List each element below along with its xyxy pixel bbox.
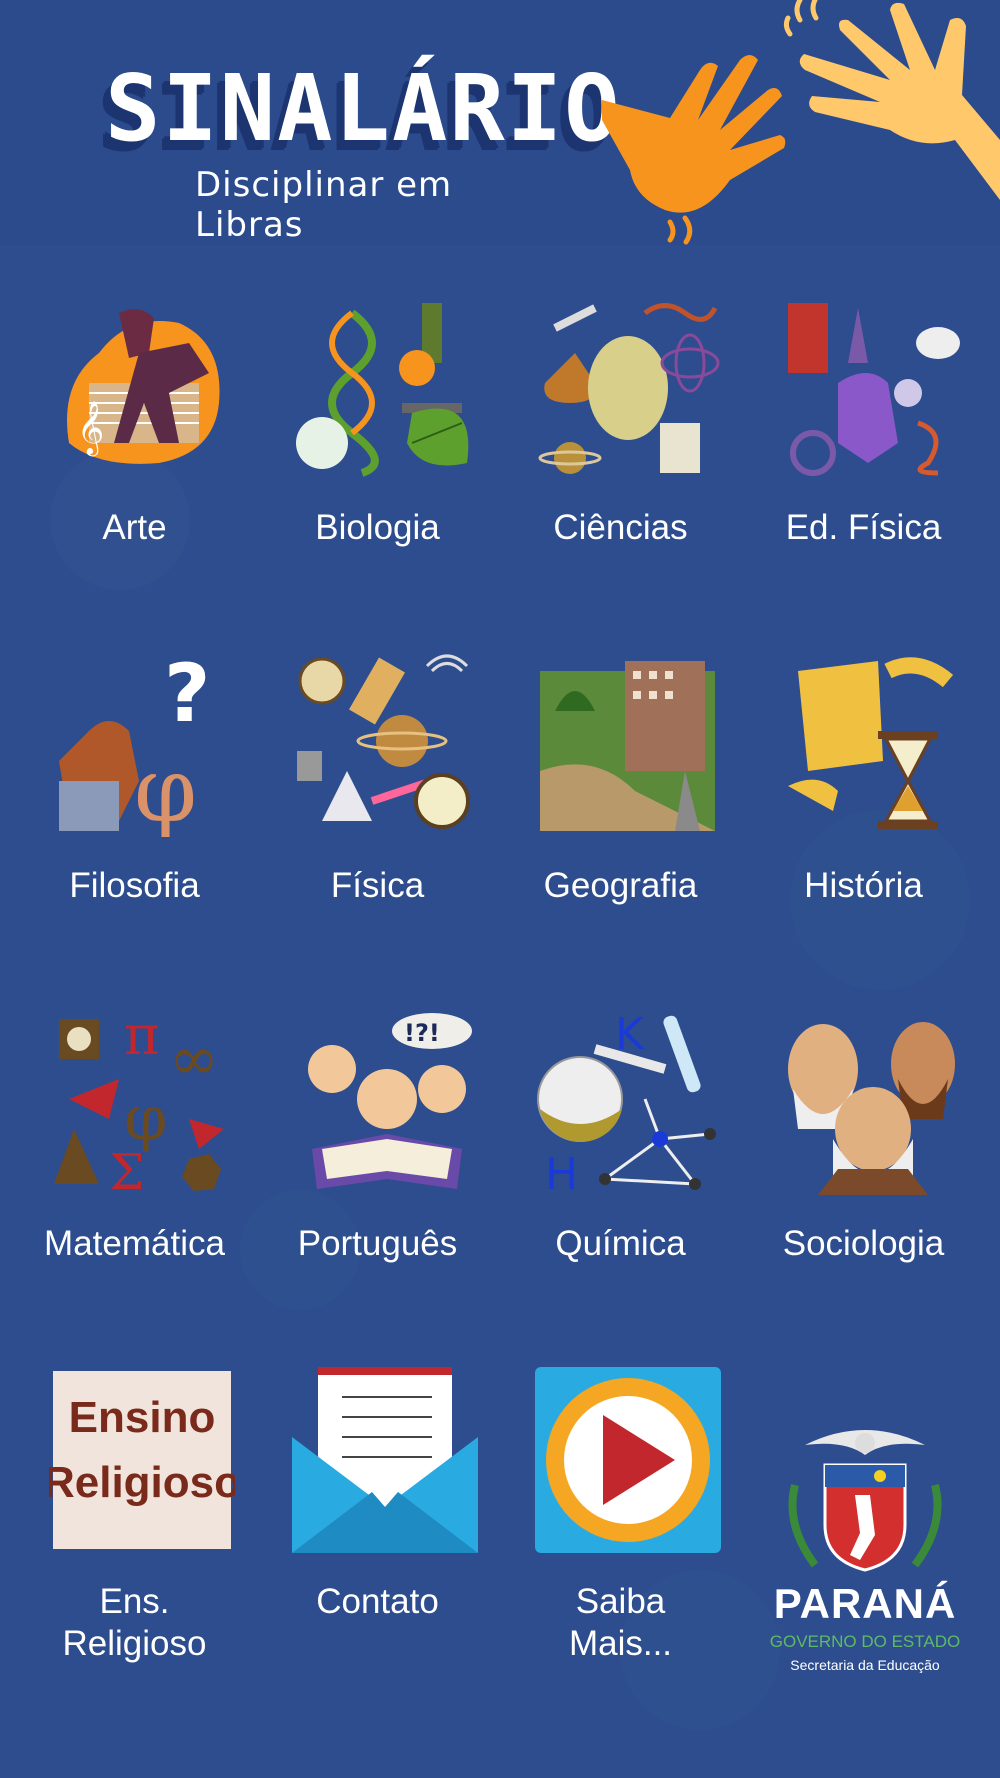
seal-title: PARANÁ (773, 1580, 957, 1627)
subject-tile-filosofia[interactable]: ? φ Filosofia (13, 603, 256, 943)
subject-tile-quimica[interactable]: K H Química (499, 961, 742, 1301)
svg-text:π: π (124, 1009, 160, 1067)
subject-tile-portugues[interactable]: !?! Português (256, 961, 499, 1301)
parana-government-seal: PARANÁ GOVERNO DO ESTADO Secretaria da E… (765, 1415, 965, 1675)
subject-tile-matematica[interactable]: π ∞ φ Σ Matemática (13, 961, 256, 1301)
contact-tile[interactable]: Contato (256, 1319, 499, 1659)
biologia-icon (296, 303, 469, 477)
play-icon (535, 1367, 721, 1553)
portugues-icon: !?! (308, 1013, 472, 1189)
app-logo: SINALÁRIO Disciplinar em Libras (95, 55, 620, 245)
filosofia-icon: ? φ (59, 651, 210, 837)
svg-text:∞: ∞ (169, 1024, 219, 1094)
subject-tile-ed-fisica[interactable]: Ed. Física (742, 245, 985, 585)
subject-tile-fisica[interactable]: Física (256, 603, 499, 943)
coat-of-arms-icon (788, 1430, 942, 1572)
svg-text:!?!: !?! (404, 1019, 440, 1047)
sociologia-icon (788, 1022, 955, 1195)
subject-label: Arte (102, 508, 167, 547)
subject-label: Filosofia (69, 866, 200, 905)
logo-title: SINALÁRIO (105, 55, 622, 162)
quimica-icon: K H (537, 1009, 716, 1195)
arte-icon: 𝄞 (67, 309, 220, 464)
svg-text:𝄞: 𝄞 (77, 400, 104, 456)
logo-subtitle: Disciplinar em Libras (195, 165, 453, 245)
subject-label: História (804, 866, 923, 905)
geografia-icon (540, 661, 715, 831)
subject-label: Geografia (543, 866, 698, 905)
ciencias-icon (538, 303, 720, 474)
ed-fisica-icon (788, 303, 960, 476)
contact-label: Contato (316, 1582, 439, 1621)
ensino-religioso-icon: Ensino Religioso (49, 1371, 235, 1549)
subject-tile-geografia[interactable]: Geografia (499, 603, 742, 943)
historia-icon (788, 657, 954, 829)
subject-label: Biologia (315, 508, 440, 547)
envelope-icon (292, 1367, 478, 1553)
subject-tile-sociologia[interactable]: Sociologia (742, 961, 985, 1301)
subject-label: Física (330, 866, 425, 905)
svg-text:Religioso: Religioso (49, 1458, 235, 1507)
svg-text:Ensino: Ensino (69, 1393, 216, 1442)
subject-tile-historia[interactable]: História (742, 603, 985, 943)
subject-tile-arte[interactable]: 𝄞 Arte (13, 245, 256, 585)
subject-tile-ens-religioso[interactable]: Ensino Religioso Ens. Religioso (13, 1319, 256, 1663)
subject-label: Português (297, 1224, 458, 1263)
svg-text:H: H (545, 1149, 578, 1195)
svg-text:φ: φ (134, 738, 197, 837)
subject-tile-ciencias[interactable]: Ciências (499, 245, 742, 585)
svg-text:K: K (615, 1009, 645, 1060)
subject-label: Ciências (553, 508, 688, 547)
svg-text:Σ: Σ (109, 1143, 144, 1195)
signing-hands-icon (602, 0, 1000, 245)
matematica-icon: π ∞ φ Σ (54, 1009, 224, 1195)
svg-text:?: ? (164, 651, 210, 740)
subject-label: Ens. Religioso (62, 1582, 207, 1663)
subject-label: Sociologia (782, 1224, 945, 1263)
subject-label: Química (555, 1224, 686, 1263)
saiba-mais-label: Saiba Mais... (568, 1582, 673, 1663)
subject-tile-biologia[interactable]: Biologia (256, 245, 499, 585)
saiba-mais-tile[interactable]: Saiba Mais... (499, 1319, 742, 1663)
fisica-icon (297, 654, 470, 829)
app-header: SINALÁRIO Disciplinar em Libras (0, 0, 1000, 245)
seal-line2: GOVERNO DO ESTADO (769, 1632, 961, 1651)
subject-label: Matemática (44, 1224, 225, 1263)
seal-line3: Secretaria da Educação (790, 1657, 940, 1673)
subject-label: Ed. Física (785, 508, 942, 547)
